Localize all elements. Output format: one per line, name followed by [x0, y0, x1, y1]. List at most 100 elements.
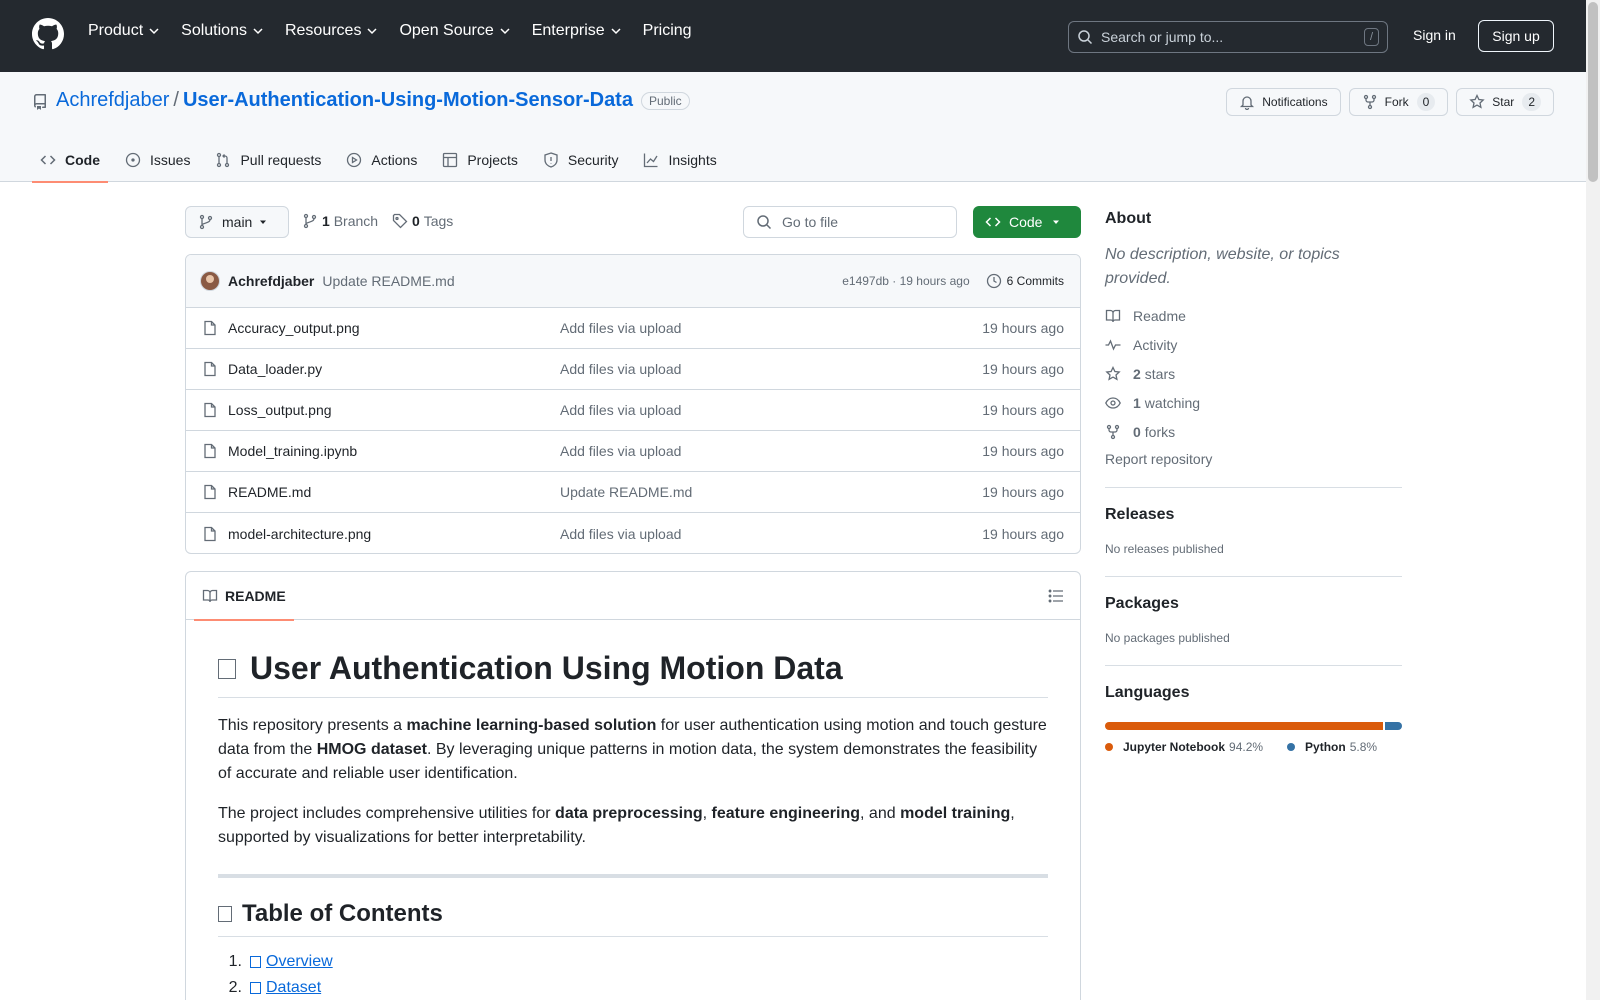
file-name-link[interactable]: Data_loader.py	[228, 361, 560, 377]
toc-list: 1. Overview 2. Dataset	[218, 953, 1048, 997]
file-commit-message[interactable]: Add files via upload	[560, 402, 681, 418]
sign-in-link[interactable]: Sign in	[1413, 27, 1456, 43]
activity-link[interactable]: Activity	[1105, 330, 1402, 359]
table-row[interactable]: Model_training.ipynb Add files via uploa…	[186, 431, 1080, 472]
file-commit-message[interactable]: Update README.md	[560, 484, 692, 500]
report-repository-link[interactable]: Report repository	[1105, 451, 1402, 467]
nav-label: Pricing	[642, 22, 692, 39]
language-name: Jupyter Notebook	[1123, 740, 1226, 754]
go-to-file-input[interactable]: Go to file	[743, 206, 957, 238]
nav-solutions[interactable]: Solutions	[181, 22, 264, 40]
tab-label: Pull requests	[240, 152, 322, 168]
fork-count: 0	[1416, 93, 1436, 111]
nav-label: Enterprise	[531, 22, 605, 39]
commits-count: 6 Commits	[1006, 274, 1064, 288]
search-shortcut-key: /	[1363, 28, 1379, 46]
language-item-python[interactable]: Python 5.8%	[1287, 740, 1377, 754]
forks-link[interactable]: 0 forks	[1105, 417, 1402, 446]
tab-pull-requests[interactable]: Pull requests	[207, 138, 329, 182]
file-name-link[interactable]: Accuracy_output.png	[228, 320, 560, 336]
table-row[interactable]: Loss_output.png Add files via upload 19 …	[186, 390, 1080, 431]
tag-label: Tags	[423, 213, 454, 229]
scrollbar-thumb[interactable]	[1588, 2, 1598, 182]
table-row[interactable]: Data_loader.py Add files via upload 19 h…	[186, 349, 1080, 390]
nav-enterprise[interactable]: Enterprise	[532, 22, 622, 40]
nav-resources[interactable]: Resources	[285, 22, 378, 40]
commits-link[interactable]: 6 Commits	[986, 273, 1064, 289]
file-name-link[interactable]: Model_training.ipynb	[228, 443, 560, 459]
file-name-link[interactable]: model-architecture.png	[228, 526, 560, 542]
file-commit-message[interactable]: Add files via upload	[560, 443, 681, 459]
fork-icon	[1363, 94, 1376, 110]
file-name-link[interactable]: Loss_output.png	[228, 402, 560, 418]
tab-insights[interactable]: Insights	[635, 138, 724, 182]
search-input[interactable]: Search or jump to... /	[1068, 21, 1388, 53]
star-button[interactable]: Star 2	[1456, 88, 1554, 116]
table-row[interactable]: Accuracy_output.png Add files via upload…	[186, 308, 1080, 349]
readme-paragraph: This repository presents a machine learn…	[218, 714, 1048, 786]
avatar[interactable]	[200, 271, 220, 291]
tab-issues[interactable]: Issues	[117, 138, 198, 182]
toc-heading: Table of Contents	[218, 900, 1048, 937]
tab-label: Security	[567, 152, 619, 168]
shield-icon	[544, 152, 558, 168]
branch-label: Branch	[333, 213, 379, 229]
sign-up-button[interactable]: Sign up	[1478, 20, 1554, 52]
packages-note: No packages published	[1105, 631, 1230, 645]
tab-security[interactable]: Security	[535, 138, 627, 182]
notifications-button[interactable]: Notifications	[1226, 88, 1341, 116]
watching-link[interactable]: 1 watching	[1105, 388, 1402, 417]
table-row[interactable]: README.md Update README.md 19 hours ago	[186, 472, 1080, 513]
readme-tab[interactable]: README	[194, 572, 294, 621]
nav-product[interactable]: Product	[88, 22, 160, 40]
branch-name: main	[222, 214, 253, 230]
language-item-jupyter[interactable]: Jupyter Notebook 94.2%	[1105, 740, 1263, 754]
bold-text: feature engineering	[711, 805, 861, 822]
fork-button[interactable]: Fork 0	[1348, 88, 1449, 116]
commit-author[interactable]: Achrefdjaber	[228, 273, 314, 289]
toc-link-overview[interactable]: Overview	[266, 953, 333, 971]
packages-heading[interactable]: Packages	[1105, 595, 1402, 613]
file-name-link[interactable]: README.md	[228, 484, 560, 500]
tab-projects[interactable]: Projects	[434, 138, 526, 182]
readme-link[interactable]: Readme	[1105, 301, 1402, 330]
tab-code[interactable]: Code	[32, 138, 108, 183]
commit-message[interactable]: Update README.md	[322, 273, 454, 289]
branches-link[interactable]: 1 Branch	[302, 213, 378, 229]
file-commit-message[interactable]: Add files via upload	[560, 320, 681, 336]
stars-link[interactable]: 2 stars	[1105, 359, 1402, 388]
nav-pricing[interactable]: Pricing	[643, 22, 692, 40]
tab-actions[interactable]: Actions	[338, 138, 425, 182]
table-row[interactable]: model-architecture.png Add files via upl…	[186, 513, 1080, 553]
file-icon	[204, 361, 216, 377]
nav-open-source[interactable]: Open Source	[399, 22, 510, 40]
list-icon[interactable]	[1048, 588, 1064, 604]
tags-link[interactable]: 0 Tags	[392, 213, 453, 229]
language-color-dot	[1105, 743, 1113, 751]
code-download-button[interactable]: Code	[973, 206, 1081, 238]
about-heading: About	[1105, 210, 1152, 227]
bold-text: HMOG dataset	[316, 741, 427, 758]
language-percent: 94.2%	[1229, 740, 1264, 754]
file-commit-message[interactable]: Add files via upload	[560, 526, 681, 542]
file-time: 19 hours ago	[982, 402, 1064, 418]
releases-heading[interactable]: Releases	[1105, 506, 1402, 524]
activity-link-label: Activity	[1133, 336, 1178, 353]
visibility-badge: Public	[640, 91, 690, 110]
notifications-label: Notifications	[1262, 95, 1328, 109]
tab-label: Code	[65, 152, 100, 168]
branch-icon	[303, 213, 317, 229]
file-icon	[204, 402, 216, 418]
repo-name-link[interactable]: User-Authentication-Using-Motion-Sensor-…	[183, 89, 633, 112]
toc-link-dataset[interactable]: Dataset	[266, 979, 321, 997]
file-commit-message[interactable]: Add files via upload	[560, 361, 681, 377]
code-button-label: Code	[1009, 214, 1043, 230]
bold-text: model training	[900, 805, 1011, 822]
watching-count: 1	[1133, 394, 1141, 411]
repo-owner-link[interactable]: Achrefdjaber	[56, 89, 169, 112]
github-logo-icon[interactable]	[32, 18, 64, 50]
fork-icon	[1106, 424, 1120, 439]
commit-meta[interactable]: e1497db · 19 hours ago	[842, 274, 969, 288]
branch-select-button[interactable]: main	[185, 206, 289, 238]
tab-label: Projects	[467, 152, 518, 168]
